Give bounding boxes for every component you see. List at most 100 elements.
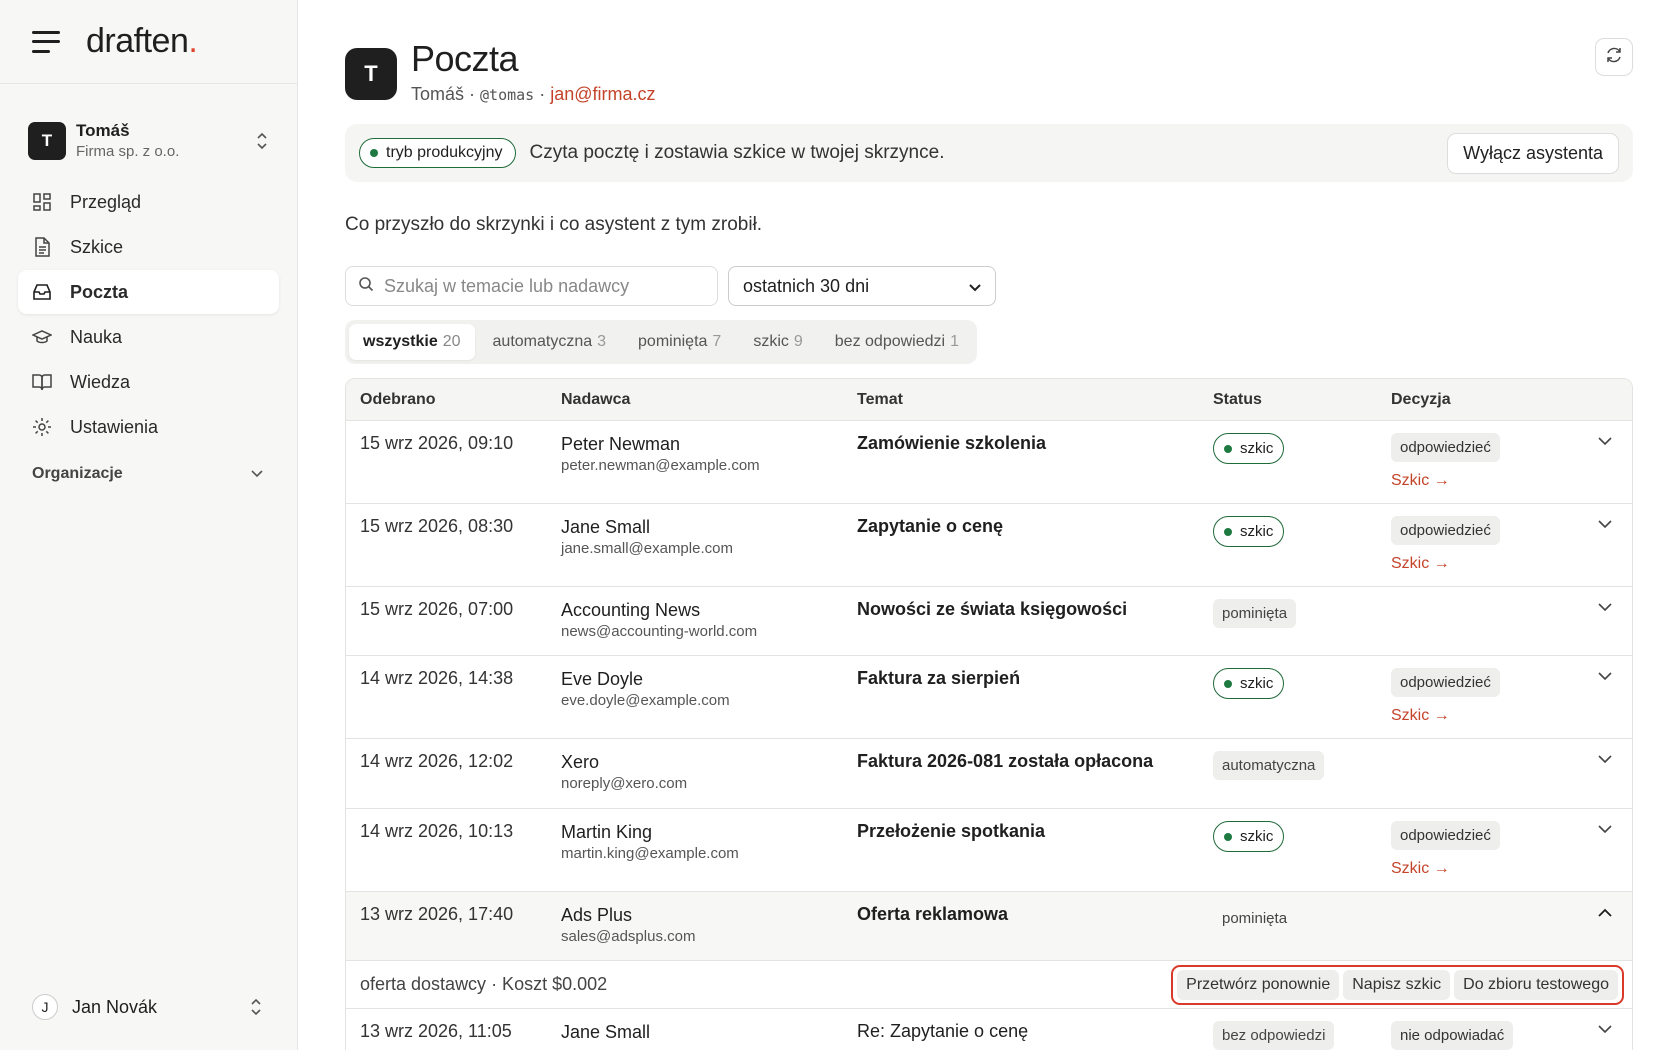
table-row[interactable]: 14 wrz 2026, 12:02 Xero noreply@xero.com …: [346, 739, 1632, 809]
status-dot-icon: [1224, 832, 1232, 841]
tab-no-reply[interactable]: bez odpowiedzi 1: [821, 324, 973, 360]
table-row[interactable]: 14 wrz 2026, 14:38 Eve Doyle eve.doyle@ex…: [346, 656, 1632, 739]
page-title: Poczta: [411, 38, 519, 79]
row-subject: Faktura 2026-081 została opłacona: [857, 751, 1154, 771]
nav-item-nauka[interactable]: Nauka: [18, 315, 279, 359]
main-content: T Poczta Tomáš · @tomas · jan@firma.cz t…: [345, 0, 1633, 1050]
nav-item-przeglad[interactable]: Przegląd: [18, 180, 279, 224]
banner-text: Czyta pocztę i zostawia szkice w twojej …: [529, 142, 945, 163]
chevron-down-icon[interactable]: [1598, 821, 1612, 891]
page-description: Co przyszło do skrzynki i co asystent z …: [345, 214, 763, 235]
row-sender: Martin King: [561, 822, 653, 842]
draft-link[interactable]: Szkic →: [1391, 472, 1585, 490]
user-menu[interactable]: J Jan Novák: [32, 994, 263, 1020]
draft-link[interactable]: Szkic →: [1391, 707, 1585, 725]
row-sender-email: peter.newman@example.com: [561, 457, 760, 474]
owner-name: Tomáš: [411, 84, 465, 104]
mode-badge: tryb produkcyjny: [359, 138, 516, 168]
nav-item-ustawienia[interactable]: Ustawienia: [18, 405, 279, 449]
status-dot-icon: [370, 149, 378, 157]
tab-label: szkic: [753, 333, 789, 350]
search-icon: [358, 276, 374, 297]
owner-handle: @tomas: [480, 86, 535, 104]
table-row[interactable]: 15 wrz 2026, 09:10 Peter Newman peter.new…: [346, 421, 1632, 504]
row-sender-email: news@accounting-world.com: [561, 623, 758, 640]
gear-icon: [32, 417, 52, 437]
column-header-status: Status: [1213, 390, 1262, 408]
logo[interactable]: draften.: [86, 22, 198, 61]
row-date: 14 wrz 2026, 14:38: [360, 668, 514, 688]
tab-count: 1: [950, 333, 959, 350]
status-label: szkic: [1240, 675, 1274, 692]
status-badge: bez odpowiedzi: [1213, 1021, 1335, 1050]
status-tabs: wszystkie 20 automatyczna 3 pominięta 7 szk…: [345, 320, 977, 364]
status-badge: automatyczna: [1213, 751, 1325, 780]
table-row[interactable]: 15 wrz 2026, 07:00 Accounting News news@a…: [346, 587, 1632, 656]
nav-item-poczta[interactable]: Poczta: [18, 270, 279, 314]
book-icon: [32, 372, 52, 392]
reprocess-button[interactable]: Przetwórz ponownie: [1177, 969, 1340, 1000]
tab-skipped[interactable]: pominięta 7: [624, 324, 735, 360]
user-name: Jan Novák: [72, 996, 158, 1017]
table-row[interactable]: 15 wrz 2026, 08:30 Jane Small jane.small@…: [346, 504, 1632, 587]
nav-item-wiedza[interactable]: Wiedza: [18, 360, 279, 404]
separator: ·: [534, 84, 551, 104]
status-label: szkic: [1240, 523, 1274, 540]
tab-all[interactable]: wszystkie 20: [349, 324, 475, 360]
tab-draft[interactable]: szkic 9: [739, 324, 816, 360]
status-dot-icon: [1224, 444, 1232, 453]
row-sender-email: jane.small@example.com: [561, 540, 733, 557]
row-date: 14 wrz 2026, 12:02: [360, 751, 514, 771]
menu-icon[interactable]: [32, 30, 60, 53]
column-header-received: Odebrano: [360, 390, 436, 408]
row-date: 14 wrz 2026, 10:13: [360, 821, 514, 841]
row-subject: Przełożenie spotkania: [857, 821, 1046, 841]
table-row[interactable]: 13 wrz 2026, 11:05 Jane Small Re: Zapyta…: [346, 1009, 1632, 1050]
row-sender-email: noreply@xero.com: [561, 775, 688, 792]
refresh-button[interactable]: [1595, 38, 1633, 76]
assistant-banner: tryb produkcyjny Czyta pocztę i zostawia…: [345, 124, 1633, 182]
disable-assistant-button[interactable]: Wyłącz asystenta: [1447, 132, 1619, 174]
chevron-down-icon[interactable]: [1598, 516, 1612, 586]
draft-link[interactable]: Szkic →: [1391, 860, 1585, 878]
row-detail-panel: oferta dostawcy · Koszt $0.002 Przetwórz…: [346, 961, 1632, 1009]
row-sender-email: eve.doyle@example.com: [561, 692, 730, 709]
row-sender: Xero: [561, 752, 600, 772]
table-row[interactable]: 14 wrz 2026, 10:13 Martin King martin.kin…: [346, 809, 1632, 892]
decision-badge: odpowiedzieć: [1391, 821, 1500, 850]
tab-automatic[interactable]: automatyczna 3: [479, 324, 621, 360]
row-date: 13 wrz 2026, 17:40: [360, 904, 514, 924]
tab-count: 20: [442, 333, 461, 350]
write-draft-button[interactable]: Napisz szkic: [1343, 969, 1451, 1000]
row-date: 15 wrz 2026, 08:30: [360, 516, 514, 536]
decision-badge: odpowiedzieć: [1391, 516, 1500, 545]
brand-bar: draften.: [0, 0, 297, 84]
chevron-down-icon[interactable]: [1598, 433, 1612, 503]
row-subject: Faktura za sierpień: [857, 668, 1021, 688]
status-badge: szkic: [1213, 668, 1285, 699]
decision-badge: odpowiedzieć: [1391, 433, 1500, 462]
chevron-down-icon[interactable]: [1598, 668, 1612, 738]
search-input[interactable]: Szukaj w temacie lub nadawcy: [345, 266, 718, 306]
row-subject: Oferta reklamowa: [857, 904, 1009, 924]
owner-email-link[interactable]: jan@firma.cz: [550, 84, 655, 104]
row-sender: Jane Small: [561, 517, 651, 537]
mode-label: tryb produkcyjny: [386, 144, 503, 161]
draft-link[interactable]: Szkic →: [1391, 555, 1585, 573]
chevron-down-icon[interactable]: [1598, 1021, 1612, 1050]
document-icon: [32, 237, 52, 257]
sidebar: draften. T Tomáš Firma sp. z o.o. Przegl…: [0, 0, 298, 1050]
organizations-section[interactable]: Organizacje: [0, 465, 297, 483]
row-subject: Re: Zapytanie o cenę: [857, 1021, 1029, 1041]
chevron-up-icon[interactable]: [1598, 904, 1612, 960]
nav-item-szkice[interactable]: Szkice: [18, 225, 279, 269]
date-range-select[interactable]: ostatnich 30 dni: [728, 266, 996, 306]
table-header: Odebrano Nadawca Temat Status Decyzja: [346, 379, 1632, 421]
page-header: T Poczta Tomáš · @tomas · jan@firma.cz: [345, 0, 1633, 118]
chevron-down-icon[interactable]: [1598, 599, 1612, 655]
chevron-down-icon[interactable]: [1598, 751, 1612, 808]
add-to-test-set-button[interactable]: Do zbioru testowego: [1454, 969, 1618, 1000]
decision-badge: odpowiedzieć: [1391, 668, 1500, 697]
table-row-expanded[interactable]: 13 wrz 2026, 17:40 Ads Plus sales@adsplus…: [346, 892, 1632, 961]
org-switcher[interactable]: T Tomáš Firma sp. z o.o.: [0, 116, 297, 166]
